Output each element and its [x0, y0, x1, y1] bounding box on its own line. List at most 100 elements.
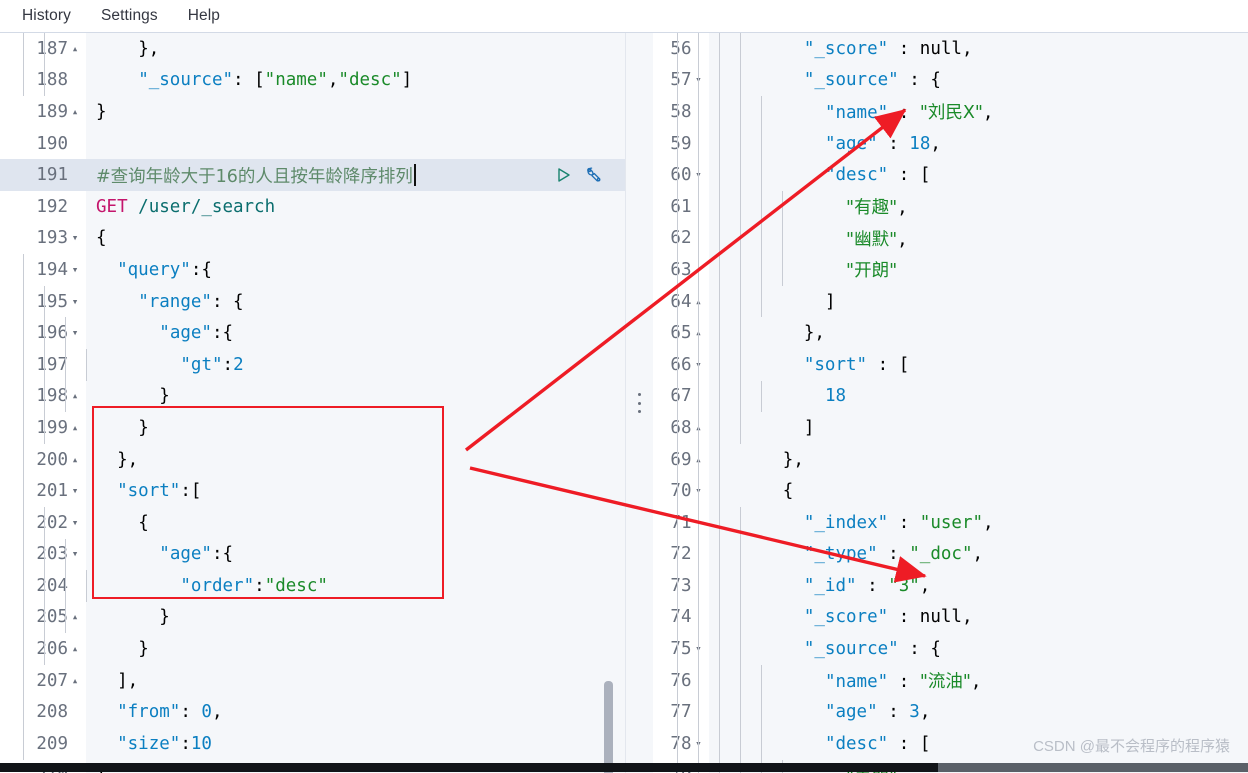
resize-handle-icon[interactable]	[637, 393, 641, 413]
code-line[interactable]: 204 "order":"desc"	[0, 570, 625, 602]
request-editor-lines[interactable]: 187 ▴ }, 188 "_source": ["name","desc"] 189…	[0, 33, 625, 773]
code-line[interactable]: 189 ▴}	[0, 96, 625, 128]
code-line[interactable]: 194 ▾ "query":{	[0, 254, 625, 286]
line-number: 204	[0, 570, 86, 602]
code-line[interactable]: 63 "开朗"	[653, 254, 1248, 286]
code-line[interactable]: 193 ▾ {	[0, 222, 625, 255]
code-line[interactable]: 61 "有趣",	[653, 190, 1248, 223]
code-line[interactable]: 199 ▴ }	[0, 412, 625, 444]
play-triangle-icon[interactable]	[555, 166, 573, 189]
code-text: },	[676, 443, 1248, 476]
code-line[interactable]: 56 "_score" : null,	[653, 33, 1248, 65]
code-text: "sort" : [	[676, 348, 1248, 381]
code-text: "开朗"	[676, 254, 1248, 286]
horizontal-scrollbar-thumb[interactable]	[938, 763, 1248, 772]
code-line[interactable]: 197 "gt":2	[0, 348, 625, 381]
code-line[interactable]: 57▾ "_source" : {	[653, 64, 1248, 97]
code-line[interactable]: 66▾ "sort" : [	[653, 348, 1248, 381]
fold-toggle-icon[interactable]: ▾	[68, 327, 82, 338]
line-number: 205 ▴	[0, 601, 86, 634]
pane-splitter[interactable]	[625, 33, 654, 773]
code-line[interactable]: 201 ▾ "sort":[	[0, 475, 625, 507]
code-line[interactable]: 195 ▾ "range": {	[0, 285, 625, 318]
code-line[interactable]: 67 18	[653, 380, 1248, 413]
fold-toggle-icon[interactable]: ▴	[68, 454, 82, 465]
code-line[interactable]: 187 ▴ },	[0, 33, 625, 65]
code-line[interactable]: 209 "size":10	[0, 728, 625, 760]
response-output-pane[interactable]: 56 "_score" : null,57▾ "_source" : {58 "…	[653, 33, 1248, 773]
code-text: GET /user/_search	[96, 196, 276, 217]
line-number: 202 ▾	[0, 506, 86, 539]
fold-toggle-icon[interactable]: ▴	[68, 106, 82, 117]
code-text: "name" : "流油",	[676, 664, 1248, 697]
code-text: },	[23, 33, 625, 65]
fold-toggle-icon[interactable]: ▴	[68, 390, 82, 401]
code-line[interactable]: 74 "_score" : null,	[653, 601, 1248, 634]
fold-toggle-icon[interactable]: ▾	[68, 548, 82, 559]
code-line[interactable]: 59 "age" : 18,	[653, 127, 1248, 160]
code-line[interactable]: 191 #查询年龄大于16的人且按年龄降序排列	[0, 159, 625, 191]
code-line[interactable]: 192 GET /user/_search	[0, 190, 625, 223]
code-line[interactable]: 65▴ },	[653, 317, 1248, 349]
code-line[interactable]: 72 "_type" : "_doc",	[653, 538, 1248, 571]
menu-item-history[interactable]: History	[22, 7, 71, 25]
code-text: "range": {	[23, 285, 625, 318]
code-line[interactable]: 60▾ "desc" : [	[653, 159, 1248, 191]
menu-item-help[interactable]: Help	[188, 7, 220, 25]
code-line[interactable]: 77 "age" : 3,	[653, 696, 1248, 729]
code-line[interactable]: 76 "name" : "流油",	[653, 664, 1248, 697]
fold-toggle-icon[interactable]: ▾	[68, 485, 82, 496]
code-text: "_type" : "_doc",	[676, 538, 1248, 571]
line-number: 209	[0, 728, 86, 760]
line-number: 208	[0, 696, 86, 729]
code-line[interactable]: 206 ▴ }	[0, 633, 625, 665]
code-text: },	[23, 443, 625, 476]
code-line[interactable]: 75▾ "_source" : {	[653, 633, 1248, 665]
code-line[interactable]: 207 ▴ ],	[0, 664, 625, 697]
code-line[interactable]: 202 ▾ {	[0, 506, 625, 539]
code-line[interactable]: 70▾ {	[653, 475, 1248, 507]
fold-toggle-icon[interactable]: ▾	[68, 232, 82, 243]
line-number: 58	[653, 96, 710, 128]
code-line[interactable]: 190	[0, 127, 625, 160]
fold-toggle-icon[interactable]: ▴	[68, 643, 82, 654]
code-text: "age" : 18,	[676, 127, 1248, 160]
editor-vertical-scrollbar[interactable]	[603, 681, 613, 773]
code-line[interactable]: 71 "_index" : "user",	[653, 506, 1248, 539]
wrench-icon[interactable]	[583, 165, 603, 190]
code-line[interactable]: 196 ▾ "age":{	[0, 317, 625, 349]
code-line[interactable]: 188 "_source": ["name","desc"]	[0, 64, 625, 97]
code-line[interactable]: 58 "name" : "刘民X",	[653, 96, 1248, 128]
line-number: 66▾	[653, 348, 710, 381]
code-line[interactable]: 200 ▴ },	[0, 443, 625, 476]
line-number: 196 ▾	[0, 317, 86, 349]
code-line[interactable]: 208 "from": 0,	[0, 696, 625, 729]
request-editor-pane[interactable]: 187 ▴ }, 188 "_source": ["name","desc"] 189…	[0, 33, 626, 773]
code-line[interactable]: 73 "_id" : "3",	[653, 570, 1248, 602]
code-line[interactable]: 68▴ ]	[653, 412, 1248, 444]
line-number: 187 ▴	[0, 33, 86, 65]
code-text: "_source": ["name","desc"]	[23, 64, 625, 97]
fold-toggle-icon[interactable]: ▴	[68, 675, 82, 686]
fold-toggle-icon[interactable]: ▴	[68, 611, 82, 622]
code-line[interactable]: 205 ▴ }	[0, 601, 625, 634]
code-text: },	[676, 317, 1248, 349]
code-line[interactable]: 62 "幽默",	[653, 222, 1248, 255]
fold-toggle-icon[interactable]: ▾	[68, 264, 82, 275]
fold-toggle-icon[interactable]: ▾	[68, 296, 82, 307]
code-line[interactable]: 203 ▾ "age":{	[0, 538, 625, 571]
code-text: ],	[23, 664, 625, 697]
code-line[interactable]: 198 ▴ }	[0, 380, 625, 413]
fold-toggle-icon[interactable]: ▾	[68, 517, 82, 528]
line-number: 199 ▴	[0, 412, 86, 444]
code-text: }	[23, 380, 625, 413]
line-number: 63	[653, 254, 710, 286]
csdn-watermark: CSDN @最不会程序的程序猿	[1033, 738, 1230, 755]
code-line[interactable]: 69▴ },	[653, 443, 1248, 476]
menu-item-settings[interactable]: Settings	[101, 7, 158, 25]
code-text: "幽默",	[676, 222, 1248, 255]
code-line[interactable]: 64▴ ]	[653, 285, 1248, 318]
fold-toggle-icon[interactable]: ▴	[68, 422, 82, 433]
fold-toggle-icon[interactable]: ▴	[68, 43, 82, 54]
